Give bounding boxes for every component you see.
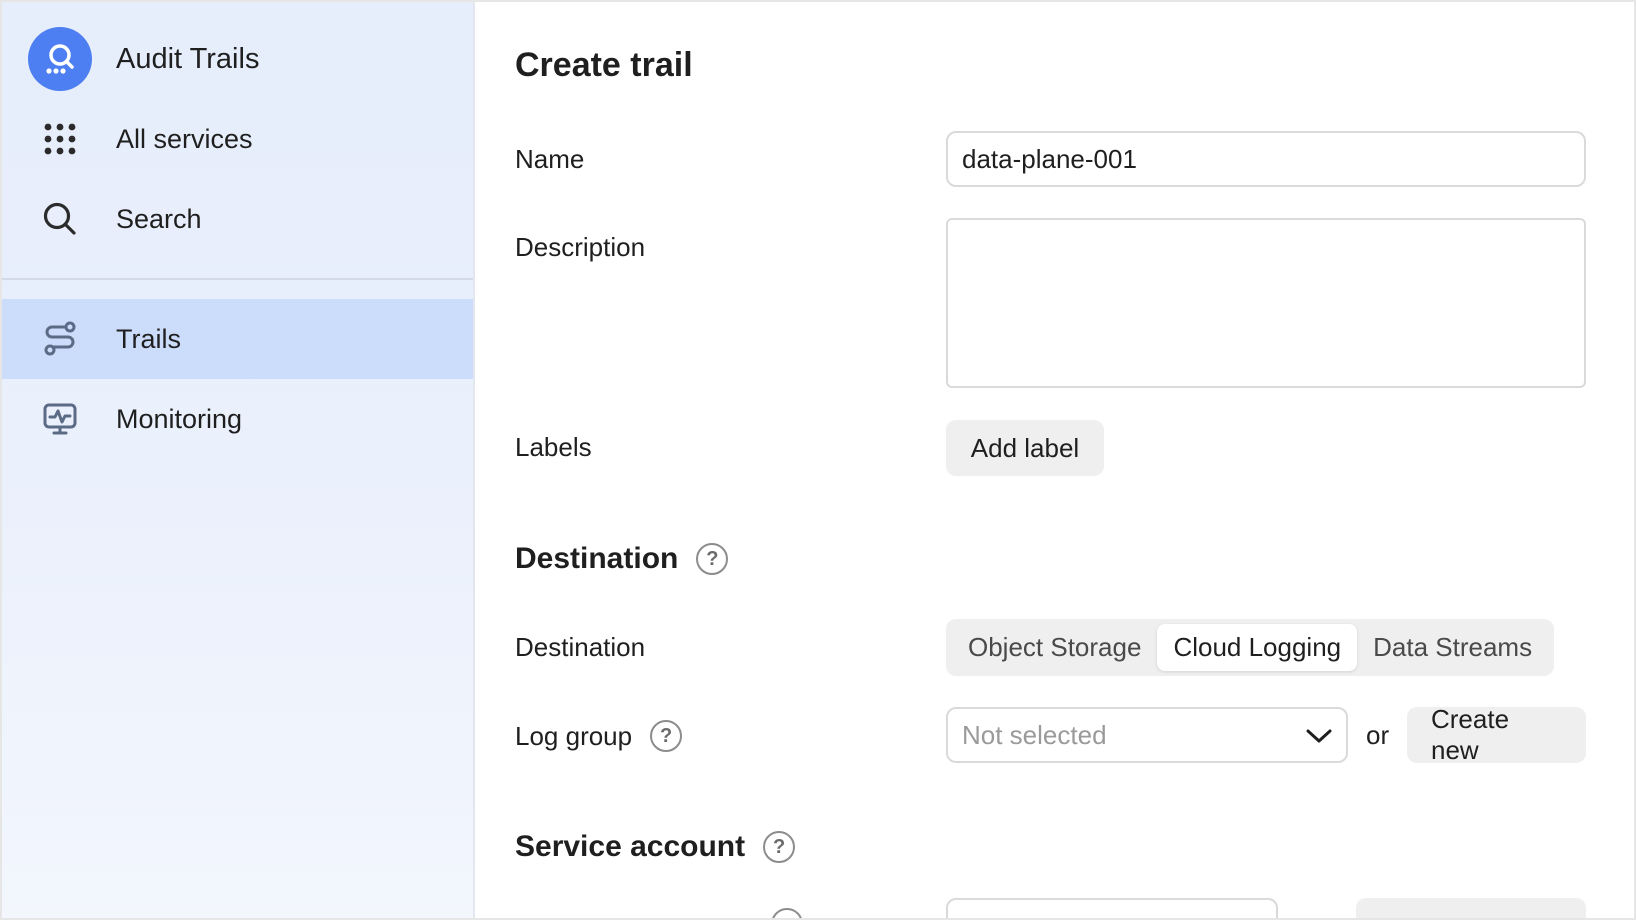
destination-label: Destination: [515, 632, 646, 662]
app-window: Audit Trails All services Search Trails …: [0, 0, 1636, 920]
sidebar-item-monitoring[interactable]: Monitoring: [2, 379, 473, 459]
service-account-section-title-text: Service account: [515, 830, 746, 863]
chevron-down-icon: [1306, 720, 1332, 751]
help-icon[interactable]: ?: [763, 831, 796, 863]
name-input-value: data-plane-001: [962, 143, 1137, 174]
description-label: Description: [515, 232, 646, 262]
sidebar: Audit Trails All services Search Trails …: [2, 2, 475, 918]
destination-option-cloud-logging[interactable]: Cloud Logging: [1157, 624, 1358, 671]
monitoring-icon: [28, 387, 92, 451]
create-new-log-group-button[interactable]: Create new: [1407, 704, 1586, 765]
page-title: Create trail: [515, 46, 693, 84]
log-group-select-placeholder: Not selected: [962, 719, 1107, 750]
destination-section-title: Destination ?: [515, 542, 729, 576]
or-text: or: [1366, 720, 1390, 750]
sidebar-item-label: Monitoring: [116, 403, 243, 434]
search-icon: [28, 187, 92, 251]
service-account-section-title: Service account ?: [515, 830, 796, 864]
destination-segmented-control: Object Storage Cloud Logging Data Stream…: [946, 619, 1555, 676]
sidebar-item-label: Search: [116, 203, 202, 234]
sidebar-item-trails[interactable]: Trails: [2, 299, 473, 379]
main-content: Create trail Name data-plane-001 Descrip…: [475, 2, 1634, 918]
grid-icon: [28, 107, 92, 171]
help-icon[interactable]: [771, 908, 803, 918]
name-input[interactable]: data-plane-001: [946, 131, 1586, 187]
service-account-select[interactable]: [946, 898, 1278, 918]
log-group-select[interactable]: Not selected: [946, 707, 1348, 763]
sidebar-brand-label: Audit Trails: [116, 42, 260, 75]
sidebar-item-label: All services: [116, 123, 253, 154]
labels-label: Labels: [515, 432, 592, 462]
sidebar-item-all-services[interactable]: All services: [2, 99, 473, 179]
audit-trails-logo-icon: [28, 27, 92, 91]
help-icon[interactable]: ?: [696, 543, 729, 575]
sidebar-brand[interactable]: Audit Trails: [2, 19, 473, 99]
help-icon[interactable]: ?: [650, 720, 683, 752]
sidebar-item-label: Trails: [116, 323, 181, 354]
destination-section-title-text: Destination: [515, 542, 679, 575]
destination-option-data-streams[interactable]: Data Streams: [1357, 624, 1548, 671]
log-group-label-text: Log group: [515, 720, 633, 751]
destination-option-object-storage[interactable]: Object Storage: [952, 624, 1157, 671]
sidebar-item-search[interactable]: Search: [2, 179, 473, 259]
trails-icon: [28, 307, 92, 371]
description-textarea[interactable]: [946, 218, 1586, 388]
add-label-button[interactable]: Add label: [946, 420, 1104, 476]
create-new-service-account-button[interactable]: [1356, 898, 1586, 918]
sidebar-divider: [2, 278, 473, 280]
name-label: Name: [515, 144, 585, 174]
log-group-label: Log group ?: [515, 720, 683, 752]
